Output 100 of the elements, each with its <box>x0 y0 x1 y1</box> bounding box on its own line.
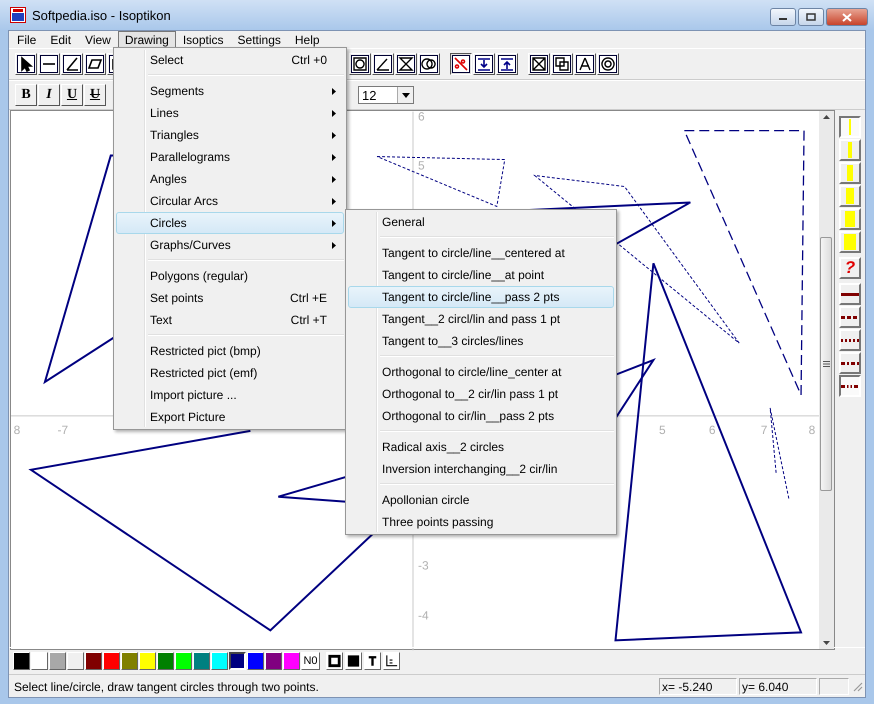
format-button[interactable]: B <box>15 84 37 106</box>
square-outline-icon <box>327 653 342 669</box>
menu-item[interactable]: Polygons (regular) <box>116 265 344 287</box>
overlap-squares-icon <box>553 55 571 73</box>
fill-mode-button[interactable] <box>364 652 381 670</box>
menu-item[interactable]: View <box>78 30 118 48</box>
close-button[interactable] <box>826 8 868 26</box>
axis-label: 8 <box>808 422 816 437</box>
parallelogram-icon <box>86 55 104 73</box>
menu-item[interactable]: Settings <box>230 30 288 48</box>
submenu-arrow-icon <box>332 220 336 227</box>
axis-label: 7 <box>760 422 768 437</box>
menu-item[interactable]: Help <box>288 30 327 48</box>
menu-item[interactable]: Angles <box>116 168 344 190</box>
menu-item[interactable]: Import picture ... <box>116 384 344 406</box>
angle-icon <box>374 55 392 73</box>
menu-item[interactable]: Lines <box>116 102 344 124</box>
width-bar-icon <box>846 188 854 204</box>
vertical-scrollbar[interactable] <box>819 111 834 649</box>
grid-corner-icon <box>384 653 399 669</box>
help-button[interactable]: ? <box>839 257 861 279</box>
line-style-button[interactable] <box>839 375 861 397</box>
menu-item[interactable]: Text Ctrl +T <box>116 309 344 331</box>
line-style-icon <box>841 362 859 364</box>
tool-button[interactable] <box>450 53 472 75</box>
menu-item[interactable]: Tangent to circle/line__pass 2 pts <box>348 286 614 308</box>
color-swatch[interactable] <box>229 652 246 670</box>
line-width-button[interactable] <box>839 116 861 138</box>
close-icon <box>842 12 852 22</box>
grip-icon <box>822 361 830 367</box>
axis-label: 5 <box>418 158 425 173</box>
down-arrow-icon <box>475 55 493 73</box>
width-bar-icon <box>847 165 853 181</box>
format-button[interactable]: U <box>84 84 106 106</box>
axis-label: -7 <box>58 422 68 437</box>
resize-grip-icon <box>851 680 863 692</box>
two-circles-icon <box>420 55 438 73</box>
scroll-thumb[interactable] <box>820 237 832 491</box>
menu-item[interactable]: Radical axis__2 circles <box>348 436 614 458</box>
menu-item[interactable]: Orthogonal to__2 cir/lin pass 1 pt <box>348 383 614 405</box>
menu-item[interactable]: Isoptics <box>176 30 231 48</box>
menu-item[interactable]: Restricted pict (emf) <box>116 362 344 384</box>
menu-item[interactable]: Circles <box>116 212 344 234</box>
scroll-down-icon <box>823 641 830 645</box>
scroll-up-icon <box>823 115 830 119</box>
line-style-icon <box>841 292 859 296</box>
fill-mode-button[interactable] <box>383 652 400 670</box>
axis-label: -3 <box>418 558 429 573</box>
menu-item[interactable]: Tangent to__3 circles/lines <box>348 330 614 352</box>
menu-item[interactable]: Export Picture <box>116 406 344 428</box>
menu-item[interactable]: File <box>10 30 44 48</box>
maximize-button[interactable] <box>798 8 824 26</box>
menu-item[interactable]: Triangles <box>116 124 344 146</box>
menu-item[interactable]: Segments <box>116 80 344 102</box>
diagonal-dots-icon <box>452 55 470 73</box>
axis-label: 5 <box>659 422 666 437</box>
status-panel <box>819 678 849 694</box>
menu-item[interactable]: General <box>348 211 614 233</box>
concentric-circles-icon <box>599 55 617 73</box>
menu-item[interactable]: Select Ctrl +0 <box>116 49 344 71</box>
submenu-arrow-icon <box>332 132 336 139</box>
menu-item[interactable]: Inversion interchanging__2 cir/lin <box>348 458 614 480</box>
hourglass-icon <box>397 55 415 73</box>
menu-item[interactable]: Tangent to circle/line__at point <box>348 264 614 286</box>
pointer-icon <box>17 55 35 73</box>
maximize-icon <box>806 13 816 21</box>
submenu-arrow-icon <box>332 242 336 249</box>
up-arrow-icon <box>498 55 516 73</box>
width-bar-icon <box>844 234 856 250</box>
menu-item[interactable]: Restricted pict (bmp) <box>116 340 344 362</box>
angle-line-icon <box>63 55 81 73</box>
menu-item[interactable]: Orthogonal to cir/lin__pass 2 pts <box>348 405 614 427</box>
x-coordinate: x= -5.240 <box>659 678 737 694</box>
format-button[interactable]: U <box>61 84 83 106</box>
fill-mode-button[interactable] <box>326 652 343 670</box>
width-bar-icon <box>848 142 852 158</box>
submenu-arrow-icon <box>332 198 336 205</box>
menu-item[interactable]: Graphs/Curves <box>116 234 344 256</box>
dropdown-arrow-icon <box>402 92 410 98</box>
minimize-button[interactable] <box>770 8 796 26</box>
menu-item[interactable]: Tangent__2 circl/lin and pass 1 pt <box>348 308 614 330</box>
menu-item[interactable]: Parallelograms <box>116 146 344 168</box>
submenu-arrow-icon <box>332 154 336 161</box>
font-size-dropdown[interactable]: 12 <box>358 86 414 104</box>
menu-item[interactable]: Drawing <box>118 30 176 48</box>
menu-item[interactable]: Circular Arcs <box>116 190 344 212</box>
fill-mode-button[interactable] <box>345 652 362 670</box>
menu-item[interactable]: Edit <box>43 30 78 48</box>
submenu-arrow-icon <box>332 88 336 95</box>
menu-item[interactable]: Orthogonal to circle/line_center at <box>348 361 614 383</box>
circle-square-icon <box>351 55 369 73</box>
y-coordinate: y= 6.040 <box>739 678 817 694</box>
menu-item[interactable]: Three points passing <box>348 511 614 533</box>
format-button[interactable]: I <box>38 84 60 106</box>
menu-item[interactable]: Tangent to circle/line__centered at <box>348 242 614 264</box>
no-color-button[interactable]: N0 <box>301 652 320 670</box>
width-bar-icon <box>845 211 855 227</box>
window-title: Softpedia.iso - Isoptikon <box>32 8 171 22</box>
menu-item[interactable]: Apollonian circle <box>348 489 614 511</box>
menu-item[interactable]: Set points Ctrl +E <box>116 287 344 309</box>
